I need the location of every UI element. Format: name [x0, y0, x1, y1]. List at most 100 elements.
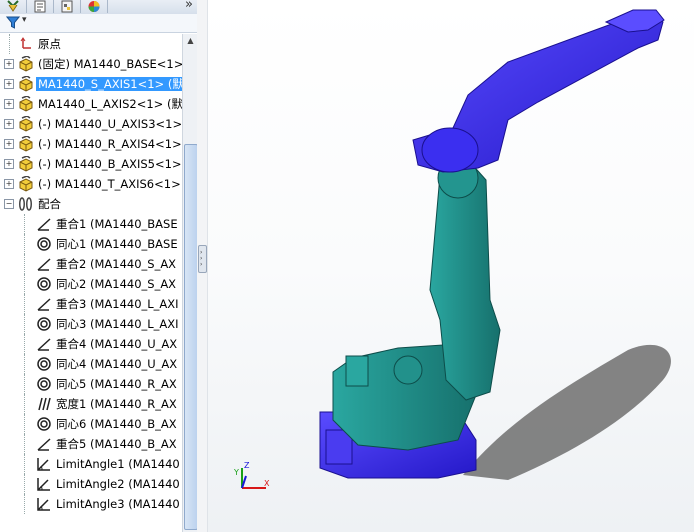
- splitter-arrow: ›: [200, 261, 203, 268]
- tree-item[interactable]: + (-) MA1440_B_AXIS5<1>: [0, 154, 182, 174]
- part-icon: [18, 135, 34, 152]
- tree-item-label: LimitAngle1 (MA1440: [56, 457, 180, 471]
- tree-item[interactable]: LimitAngle1 (MA1440: [0, 454, 182, 474]
- tree-guide-line: [24, 294, 25, 314]
- tab-configuration-manager[interactable]: [54, 0, 81, 13]
- tree-item-label: 配合: [38, 197, 61, 211]
- tree-item-label: 重合2 (MA1440_S_AX: [56, 257, 177, 271]
- filter-dropdown-caret[interactable]: ▾: [22, 15, 27, 25]
- limit-angle-mate-icon: [36, 496, 52, 512]
- limit-angle-mate-icon: [36, 456, 52, 472]
- tree-guide-line: [24, 274, 25, 294]
- motor-cap: [393, 355, 423, 385]
- tree-guide-line: [24, 454, 25, 474]
- graphics-viewport[interactable]: Z Y X: [208, 0, 694, 532]
- triad-x-label: X: [264, 479, 270, 488]
- coincident-mate-icon: [36, 336, 52, 352]
- tree-guide-line: [24, 394, 25, 414]
- appearance-icon: [88, 1, 100, 12]
- tree-item[interactable]: + (固定) MA1440_BASE<1>: [0, 54, 182, 74]
- robot-arm-model[interactable]: Z Y X: [208, 0, 694, 532]
- tree-item[interactable]: 同心2 (MA1440_S_AX: [0, 274, 182, 294]
- tree-item-label: 重合1 (MA1440_BASE: [56, 217, 178, 231]
- tree-guide-line: [9, 34, 10, 54]
- panel-tab-bar: »: [0, 0, 197, 15]
- tree-item-label: LimitAngle2 (MA1440: [56, 477, 180, 491]
- part-icon: [18, 155, 34, 172]
- part-icon: [18, 95, 34, 112]
- tree-item[interactable]: + (-) MA1440_U_AXIS3<1>: [0, 114, 182, 134]
- tree-item[interactable]: + MA1440_S_AXIS1<1> (默: [0, 74, 182, 94]
- triad-y-label: Y: [233, 468, 239, 477]
- coincident-mate-icon: [36, 436, 52, 452]
- expand-icon[interactable]: +: [4, 159, 14, 169]
- mates-folder-icon: [18, 196, 34, 212]
- motor-housing: [345, 355, 369, 387]
- tree-item[interactable]: 重合2 (MA1440_S_AX: [0, 254, 182, 274]
- concentric-mate-icon: [36, 356, 52, 372]
- tree-guide-line: [24, 354, 25, 374]
- tree-item[interactable]: 重合3 (MA1440_L_AXI: [0, 294, 182, 314]
- panel-splitter[interactable]: › › ›: [197, 0, 208, 532]
- feature-tree: 原点 + (固定) MA1440_BASE<1> + MA1440_S_AXIS1<1>…: [0, 34, 182, 532]
- u-axis-motor: [421, 127, 479, 173]
- expand-icon[interactable]: +: [4, 179, 14, 189]
- tree-item[interactable]: 重合5 (MA1440_B_AX: [0, 434, 182, 454]
- splitter-collapse-handle[interactable]: › › ›: [198, 245, 207, 273]
- tree-item[interactable]: LimitAngle3 (MA1440: [0, 494, 182, 514]
- expand-icon[interactable]: +: [4, 119, 14, 129]
- collapse-icon[interactable]: −: [4, 199, 14, 209]
- tree-item[interactable]: 同心1 (MA1440_BASE: [0, 234, 182, 254]
- limit-angle-mate-icon: [36, 476, 52, 492]
- tree-item-label: 宽度1 (MA1440_R_AX: [56, 397, 177, 411]
- tree-guide-line: [24, 234, 25, 254]
- tree-item[interactable]: LimitAngle2 (MA1440: [0, 474, 182, 494]
- tree-item[interactable]: + MA1440_L_AXIS2<1> (默: [0, 94, 182, 114]
- feature-manager-panel: » ▾ 原点 + (固定) MA1440_BASE<1> + MA1440_S_AXIS…: [0, 0, 198, 532]
- tree-item-label: (-) MA1440_B_AXIS5<1>: [38, 157, 182, 171]
- tab-feature-manager[interactable]: [0, 0, 27, 13]
- scroll-up-arrow[interactable]: ▲: [183, 34, 198, 48]
- concentric-mate-icon: [36, 376, 52, 392]
- tree-item[interactable]: 重合4 (MA1440_U_AX: [0, 334, 182, 354]
- scroll-thumb[interactable]: [184, 144, 198, 530]
- tree-item[interactable]: − 配合: [0, 194, 182, 214]
- filter-bar: ▾: [0, 14, 197, 33]
- tree-guide-line: [24, 334, 25, 354]
- expand-icon[interactable]: +: [4, 59, 14, 69]
- tree-guide-line: [24, 214, 25, 234]
- tree-guide-line: [24, 494, 25, 514]
- expand-icon[interactable]: +: [4, 99, 14, 109]
- tree-item[interactable]: 宽度1 (MA1440_R_AX: [0, 394, 182, 414]
- tree-item[interactable]: 原点: [0, 34, 182, 54]
- tab-display-manager[interactable]: [81, 0, 108, 13]
- tree-scrollbar[interactable]: ▲: [182, 34, 198, 532]
- expand-icon[interactable]: +: [4, 139, 14, 149]
- concentric-mate-icon: [36, 316, 52, 332]
- tree-item-label: (固定) MA1440_BASE<1>: [38, 57, 182, 71]
- tree-guide-line: [24, 434, 25, 454]
- tree-item[interactable]: 同心6 (MA1440_B_AX: [0, 414, 182, 434]
- solidworks-window: » ▾ 原点 + (固定) MA1440_BASE<1> + MA1440_S_AXIS…: [0, 0, 694, 532]
- tab-property-manager[interactable]: [27, 0, 54, 13]
- more-tabs-button[interactable]: »: [185, 0, 193, 12]
- part-icon: [18, 115, 34, 132]
- tree-item-label: (-) MA1440_R_AXIS4<1>: [38, 137, 182, 151]
- tree-item[interactable]: + (-) MA1440_R_AXIS4<1>: [0, 134, 182, 154]
- tree-item[interactable]: 同心4 (MA1440_U_AX: [0, 354, 182, 374]
- tree-item[interactable]: + (-) MA1440_T_AXIS6<1>: [0, 174, 182, 194]
- origin-icon: [18, 36, 34, 52]
- filter-icon[interactable]: [6, 16, 20, 29]
- tree-guide-line: [24, 474, 25, 494]
- tree-item[interactable]: 同心3 (MA1440_L_AXI: [0, 314, 182, 334]
- tree-item-label: (-) MA1440_T_AXIS6<1>: [38, 177, 181, 191]
- concentric-mate-icon: [36, 236, 52, 252]
- expand-icon[interactable]: +: [4, 79, 14, 89]
- triad-z-label: Z: [244, 461, 250, 470]
- tree-item[interactable]: 同心5 (MA1440_R_AX: [0, 374, 182, 394]
- tree-item-label: 原点: [38, 37, 61, 51]
- tree-item-label: 重合3 (MA1440_L_AXI: [56, 297, 179, 311]
- tree-item[interactable]: 重合1 (MA1440_BASE: [0, 214, 182, 234]
- tree-item-label: 同心4 (MA1440_U_AX: [56, 357, 178, 371]
- tree-guide-line: [24, 254, 25, 274]
